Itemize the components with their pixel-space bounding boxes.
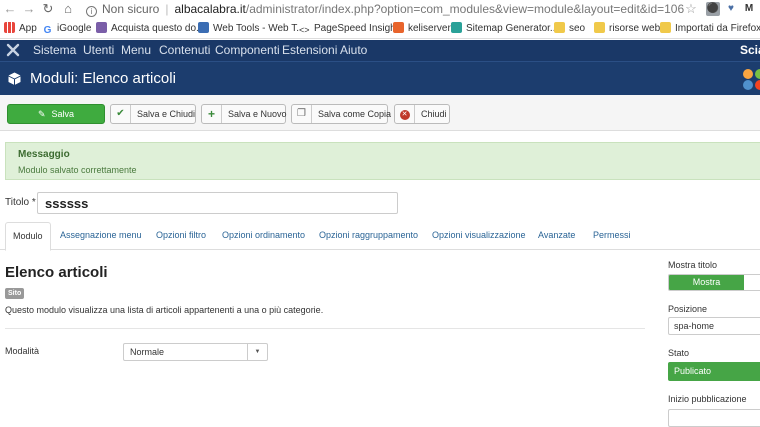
- site-badge: Sito: [5, 288, 25, 299]
- save-close-button[interactable]: ✔ Salva e Chiudi: [110, 104, 196, 124]
- divider: [5, 328, 645, 329]
- plus-icon: +: [202, 105, 222, 123]
- bookmark-keliserver[interactable]: keliserver: [393, 22, 451, 36]
- vpn-icon[interactable]: ♥: [724, 2, 738, 16]
- forward-icon[interactable]: →: [21, 1, 37, 17]
- show-title-label: Mostra titolo: [668, 260, 718, 270]
- home-icon[interactable]: ⌂: [60, 1, 76, 17]
- page-icon: [393, 22, 404, 33]
- bookmark-igoogle[interactable]: GiGoogle: [42, 22, 91, 36]
- cube-icon: [8, 72, 21, 85]
- bookmark-folder-seo[interactable]: seo: [554, 22, 585, 36]
- tab-permessi[interactable]: Permessi: [593, 222, 631, 250]
- title-input[interactable]: [37, 192, 398, 214]
- mode-select[interactable]: Normale ▼: [123, 343, 268, 361]
- tab-bar: Modulo Assegnazione menu Opzioni filtro …: [0, 222, 760, 251]
- page-title: Moduli: Elenco articoli: [30, 70, 176, 87]
- mode-value: Normale: [130, 347, 165, 357]
- joomla-icon[interactable]: [6, 43, 20, 57]
- save-copy-button[interactable]: ❐ Salva come Copia: [291, 104, 391, 124]
- save-icon: ✎: [37, 109, 46, 119]
- admin-menu-bar: Sistema Utenti Menu Contenuti Componenti…: [0, 40, 760, 61]
- close-button[interactable]: ✕ Chiudi: [394, 104, 450, 124]
- menu-componenti[interactable]: Componenti: [215, 40, 280, 61]
- page-header: Moduli: Elenco articoli: [0, 61, 760, 95]
- code-icon: <>: [299, 25, 310, 36]
- tab-avanzate[interactable]: Avanzate: [538, 222, 575, 250]
- info-icon[interactable]: i: [86, 6, 97, 17]
- bookmark-folder-firefox[interactable]: Importati da Firefox: [660, 22, 760, 36]
- chevron-down-icon: ▼: [247, 344, 267, 360]
- title-label: Titolo *: [5, 197, 36, 208]
- tab-modulo[interactable]: Modulo: [5, 222, 51, 251]
- message-text: Modulo salvato correttamente: [18, 165, 137, 175]
- save-button[interactable]: ✎ Salva: [7, 104, 105, 124]
- position-select[interactable]: spa-home: [668, 317, 760, 335]
- copy-icon: ❐: [292, 105, 312, 123]
- joomla-brand-icon: [743, 69, 760, 90]
- url-path: /administrator/index.php?option=com_modu…: [245, 2, 685, 16]
- check-icon: ✔: [111, 105, 131, 123]
- url-field[interactable]: i Non sicuro | albacalabra.it/administrator…: [86, 0, 686, 19]
- message-heading: Messaggio: [18, 149, 70, 160]
- page-icon: [198, 22, 209, 33]
- bookmark-pagespeed[interactable]: <> PageSpeed Insights: [299, 22, 404, 36]
- gmail-icon[interactable]: M: [742, 2, 756, 16]
- extension-icon[interactable]: ⚫: [706, 2, 720, 16]
- folder-icon: [660, 22, 671, 33]
- success-message: Messaggio Modulo salvato correttamente: [5, 142, 760, 180]
- apps-grid-icon: [4, 22, 15, 33]
- url-domain: albacalabra.it: [174, 2, 246, 16]
- menu-sistema[interactable]: Sistema: [33, 40, 76, 61]
- tab-opzioni-filtro[interactable]: Opzioni filtro: [156, 222, 206, 250]
- bookmark-sitemap[interactable]: Sitemap Generator...: [451, 22, 558, 36]
- bookmark-acquista[interactable]: Acquista questo do...: [96, 22, 204, 36]
- position-label: Posizione: [668, 304, 708, 314]
- menu-contenuti[interactable]: Contenuti: [159, 40, 210, 61]
- tab-opzioni-raggruppamento[interactable]: Opzioni raggruppamento: [319, 222, 418, 250]
- folder-icon: [554, 22, 565, 33]
- module-heading: Elenco articoli: [5, 264, 108, 281]
- tab-opzioni-ordinamento[interactable]: Opzioni ordinamento: [222, 222, 305, 250]
- action-toolbar: ✎ Salva ✔ Salva e Chiudi + Salva e Nuovo …: [0, 95, 760, 131]
- page-icon: [451, 22, 462, 33]
- google-icon: G: [42, 25, 53, 36]
- menu-aiuto[interactable]: Aiuto: [340, 40, 367, 61]
- bookmark-folder-risorse[interactable]: risorse web: [594, 22, 660, 36]
- tab-opzioni-visualizzazione[interactable]: Opzioni visualizzazione: [432, 222, 526, 250]
- menu-menu[interactable]: Menu: [121, 40, 151, 61]
- save-new-button[interactable]: + Salva e Nuovo: [201, 104, 287, 124]
- reload-icon[interactable]: ↻: [40, 1, 56, 17]
- module-description: Questo modulo visualizza una lista di ar…: [5, 305, 324, 315]
- mode-label: Modalità: [5, 346, 40, 356]
- show-title-value: Mostra: [669, 275, 744, 290]
- folder-icon: [594, 22, 605, 33]
- bookmark-apps[interactable]: App: [4, 22, 37, 36]
- page-icon: [96, 22, 107, 33]
- back-icon[interactable]: ←: [2, 1, 18, 17]
- menu-utenti[interactable]: Utenti: [83, 40, 114, 61]
- state-select[interactable]: Publicato: [668, 362, 760, 381]
- publish-start-label: Inizio pubblicazione: [668, 394, 747, 404]
- star-icon[interactable]: ☆: [683, 1, 699, 17]
- tab-assegnazione-menu[interactable]: Assegnazione menu: [60, 222, 142, 250]
- close-icon: ✕: [395, 105, 415, 123]
- state-label: Stato: [668, 348, 690, 358]
- site-link[interactable]: Scia: [740, 40, 760, 61]
- security-label: Non sicuro: [102, 2, 160, 16]
- bookmarks-bar: App GiGoogle Acquista questo do... Web T…: [0, 19, 760, 39]
- menu-estensioni[interactable]: Estensioni: [282, 40, 337, 61]
- browser-address-bar: ← → ↻ ⌂ i Non sicuro | albacalabra.it/admin…: [0, 0, 760, 19]
- bookmark-webtools[interactable]: Web Tools - Web T...: [198, 22, 305, 36]
- publish-start-input[interactable]: [668, 409, 760, 427]
- show-title-toggle[interactable]: Mostra: [668, 274, 760, 291]
